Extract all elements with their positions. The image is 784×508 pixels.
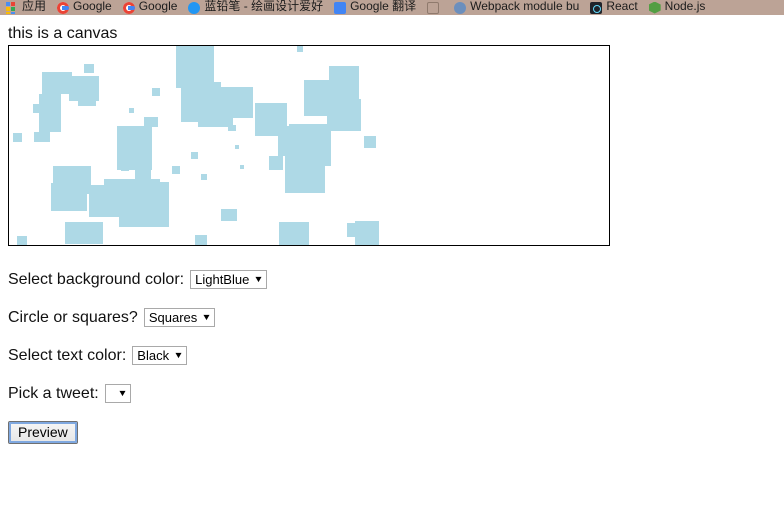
chevron-down-icon: ▼ — [201, 312, 212, 322]
text-color-row: Select text color: Black ▼ — [8, 346, 187, 365]
webpack-icon — [454, 1, 467, 14]
bookmark-item[interactable]: 应用 — [6, 0, 46, 15]
canvas-shape — [255, 103, 287, 136]
canvas-shape — [84, 64, 94, 73]
bookmark-item[interactable]: Node.js — [648, 0, 706, 15]
chevron-down-icon: ▼ — [253, 274, 264, 284]
bookmark-label: Google — [73, 0, 112, 13]
text-color-value: Black — [137, 348, 170, 363]
canvas-shape — [33, 104, 42, 113]
canvas-shape — [65, 222, 103, 244]
canvas-shape — [97, 191, 117, 213]
canvas-shape — [144, 117, 158, 127]
tweet-picker-row: Pick a tweet: ▼ — [8, 384, 131, 403]
google-icon — [122, 1, 135, 14]
bookmark-item[interactable]: Google — [57, 0, 112, 15]
bookmark-label: React — [606, 0, 638, 13]
blank-page-icon — [427, 1, 440, 14]
canvas-shape — [201, 174, 207, 180]
bookmark-label: Google 翻译 — [350, 0, 417, 13]
background-color-label: Select background color: — [8, 271, 185, 288]
tweet-picker-label: Pick a tweet: — [8, 385, 99, 402]
canvas-shape — [125, 162, 129, 166]
canvas-shape — [13, 133, 22, 142]
text-color-select[interactable]: Black ▼ — [132, 346, 187, 365]
nodejs-icon — [648, 1, 661, 14]
shape-type-value: Squares — [148, 310, 198, 325]
preview-button[interactable]: Preview — [8, 421, 78, 444]
canvas-shape — [119, 182, 169, 227]
shape-type-label: Circle or squares? — [8, 309, 138, 326]
canvas-shape — [269, 156, 283, 170]
browser-bookmarks-bar: 应用 Google Google 蓝铅笔 - 绘画设计爱好 Google 翻译 Webpa… — [0, 0, 784, 15]
canvas-shape — [195, 235, 207, 245]
shape-type-row: Circle or squares? Squares ▼ — [8, 308, 216, 327]
canvas-shape — [39, 94, 61, 132]
canvas-shape — [285, 153, 325, 193]
bookmark-item[interactable]: Webpack module bu — [454, 0, 579, 15]
tweet-picker-select[interactable]: ▼ — [104, 384, 131, 403]
page-title: this is a canvas — [8, 25, 118, 42]
canvas-shape — [221, 209, 237, 221]
canvas-shape — [152, 88, 160, 96]
bookmark-label: Google — [138, 0, 178, 13]
canvas-shape — [279, 222, 309, 245]
canvas-shape — [78, 88, 96, 106]
bookmark-item[interactable]: Google 翻译 — [334, 0, 416, 15]
canvas-shape — [347, 103, 357, 113]
canvas-shape — [42, 72, 72, 94]
text-color-label: Select text color: — [8, 347, 127, 364]
canvas-shape — [297, 46, 303, 52]
canvas-shape — [240, 165, 244, 169]
bookmark-label: 蓝铅笔 - 绘画设计爱好 — [204, 0, 324, 13]
drawing-canvas[interactable] — [8, 45, 610, 246]
bookmark-item[interactable]: Google — [122, 0, 178, 15]
background-color-row: Select background color: LightBlue ▼ — [8, 270, 268, 289]
background-color-select[interactable]: LightBlue ▼ — [190, 270, 268, 289]
canvas-shape — [117, 126, 152, 170]
canvas-shape — [198, 92, 233, 127]
apps-grid-icon — [6, 1, 18, 14]
blue-pencil-icon — [188, 1, 201, 14]
chevron-down-icon: ▼ — [173, 350, 184, 360]
google-translate-icon — [334, 1, 347, 14]
bookmark-label: Webpack module bu — [470, 0, 580, 13]
canvas-shape — [191, 152, 198, 159]
bookmark-label: Node.js — [664, 0, 706, 13]
bookmark-item[interactable]: React — [590, 0, 638, 15]
canvas-shape — [329, 66, 359, 99]
canvas-shape — [172, 166, 180, 174]
bookmark-item[interactable]: 蓝铅笔 - 绘画设计爱好 — [188, 0, 323, 15]
canvas-shape — [34, 132, 50, 142]
shape-type-select[interactable]: Squares ▼ — [143, 308, 216, 327]
background-color-value: LightBlue — [195, 272, 250, 287]
canvas-shape — [51, 183, 87, 211]
canvas-shape — [235, 145, 239, 149]
google-icon — [57, 1, 70, 14]
canvas-shape — [129, 108, 134, 113]
canvas-shape — [228, 125, 236, 131]
bookmark-label: 应用 — [22, 0, 47, 13]
canvas-shape — [176, 46, 214, 88]
canvas-shape — [17, 236, 27, 245]
chevron-down-icon: ▼ — [117, 388, 128, 398]
bookmark-item[interactable] — [427, 0, 443, 15]
react-icon — [590, 1, 603, 14]
canvas-shape — [355, 221, 379, 245]
canvas-shape — [364, 136, 376, 148]
